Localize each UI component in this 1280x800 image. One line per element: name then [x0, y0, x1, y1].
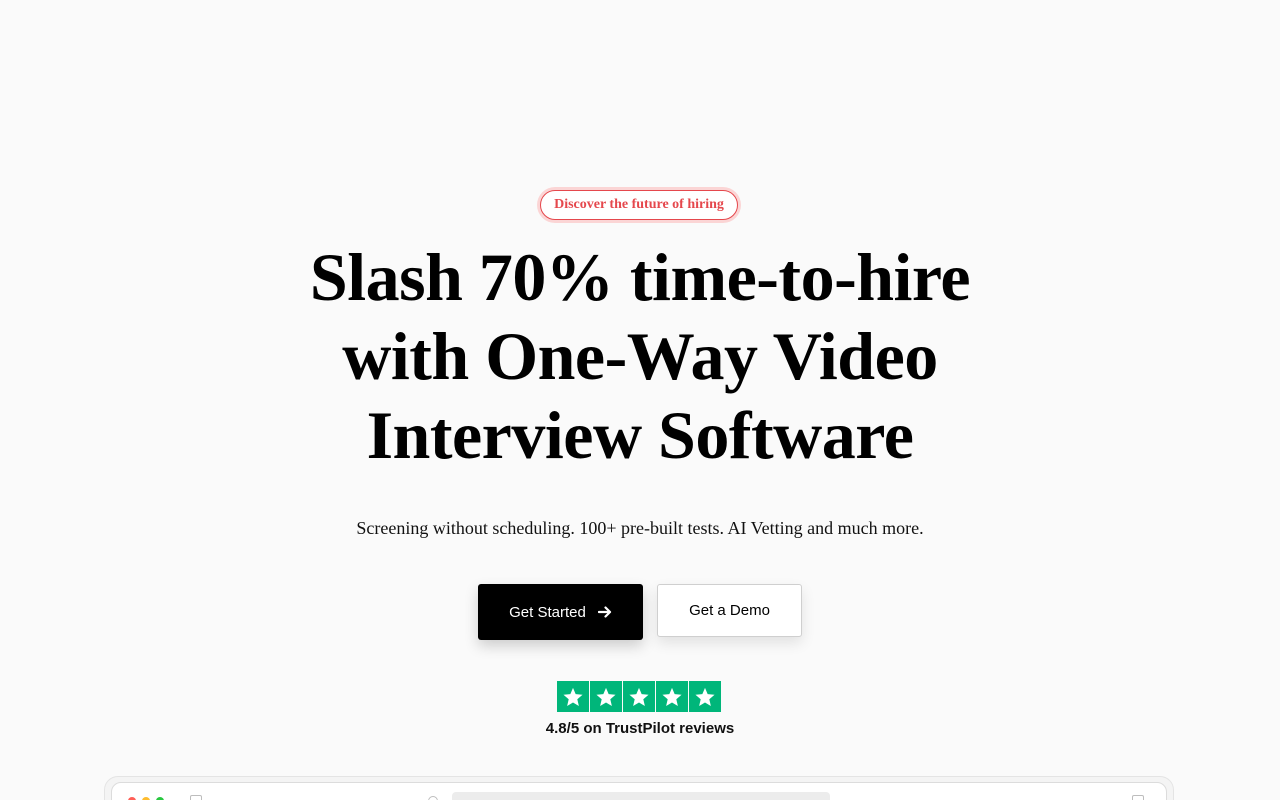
address-bar — [452, 792, 830, 800]
star-icon — [623, 681, 655, 712]
hero-headline: Slash 70% time-to-hire with One-Way Vide… — [309, 239, 971, 473]
announcement-badge[interactable]: Discover the future of hiring — [540, 190, 738, 220]
tabs-icon — [1132, 795, 1144, 800]
trustpilot-rating-text: 4.8/5 on TrustPilot reviews — [545, 720, 735, 737]
sidebar-toggle-icon — [190, 795, 202, 800]
get-demo-label: Get a Demo — [689, 602, 770, 619]
arrow-right-icon — [597, 605, 612, 619]
star-icon — [590, 681, 622, 712]
star-icon — [656, 681, 688, 712]
hero-section: Discover the future of hiring Slash 70% … — [0, 0, 1280, 800]
trustpilot-stars — [557, 681, 721, 712]
product-preview-frame — [104, 776, 1174, 800]
star-icon — [557, 681, 589, 712]
browser-window-mock — [111, 782, 1167, 800]
shield-icon — [428, 796, 438, 800]
get-started-button[interactable]: Get Started — [478, 584, 643, 640]
hero-subtitle: Screening without scheduling. 100+ pre-b… — [356, 518, 924, 538]
get-demo-button[interactable]: Get a Demo — [657, 584, 802, 637]
star-icon — [689, 681, 721, 712]
get-started-label: Get Started — [509, 603, 586, 621]
